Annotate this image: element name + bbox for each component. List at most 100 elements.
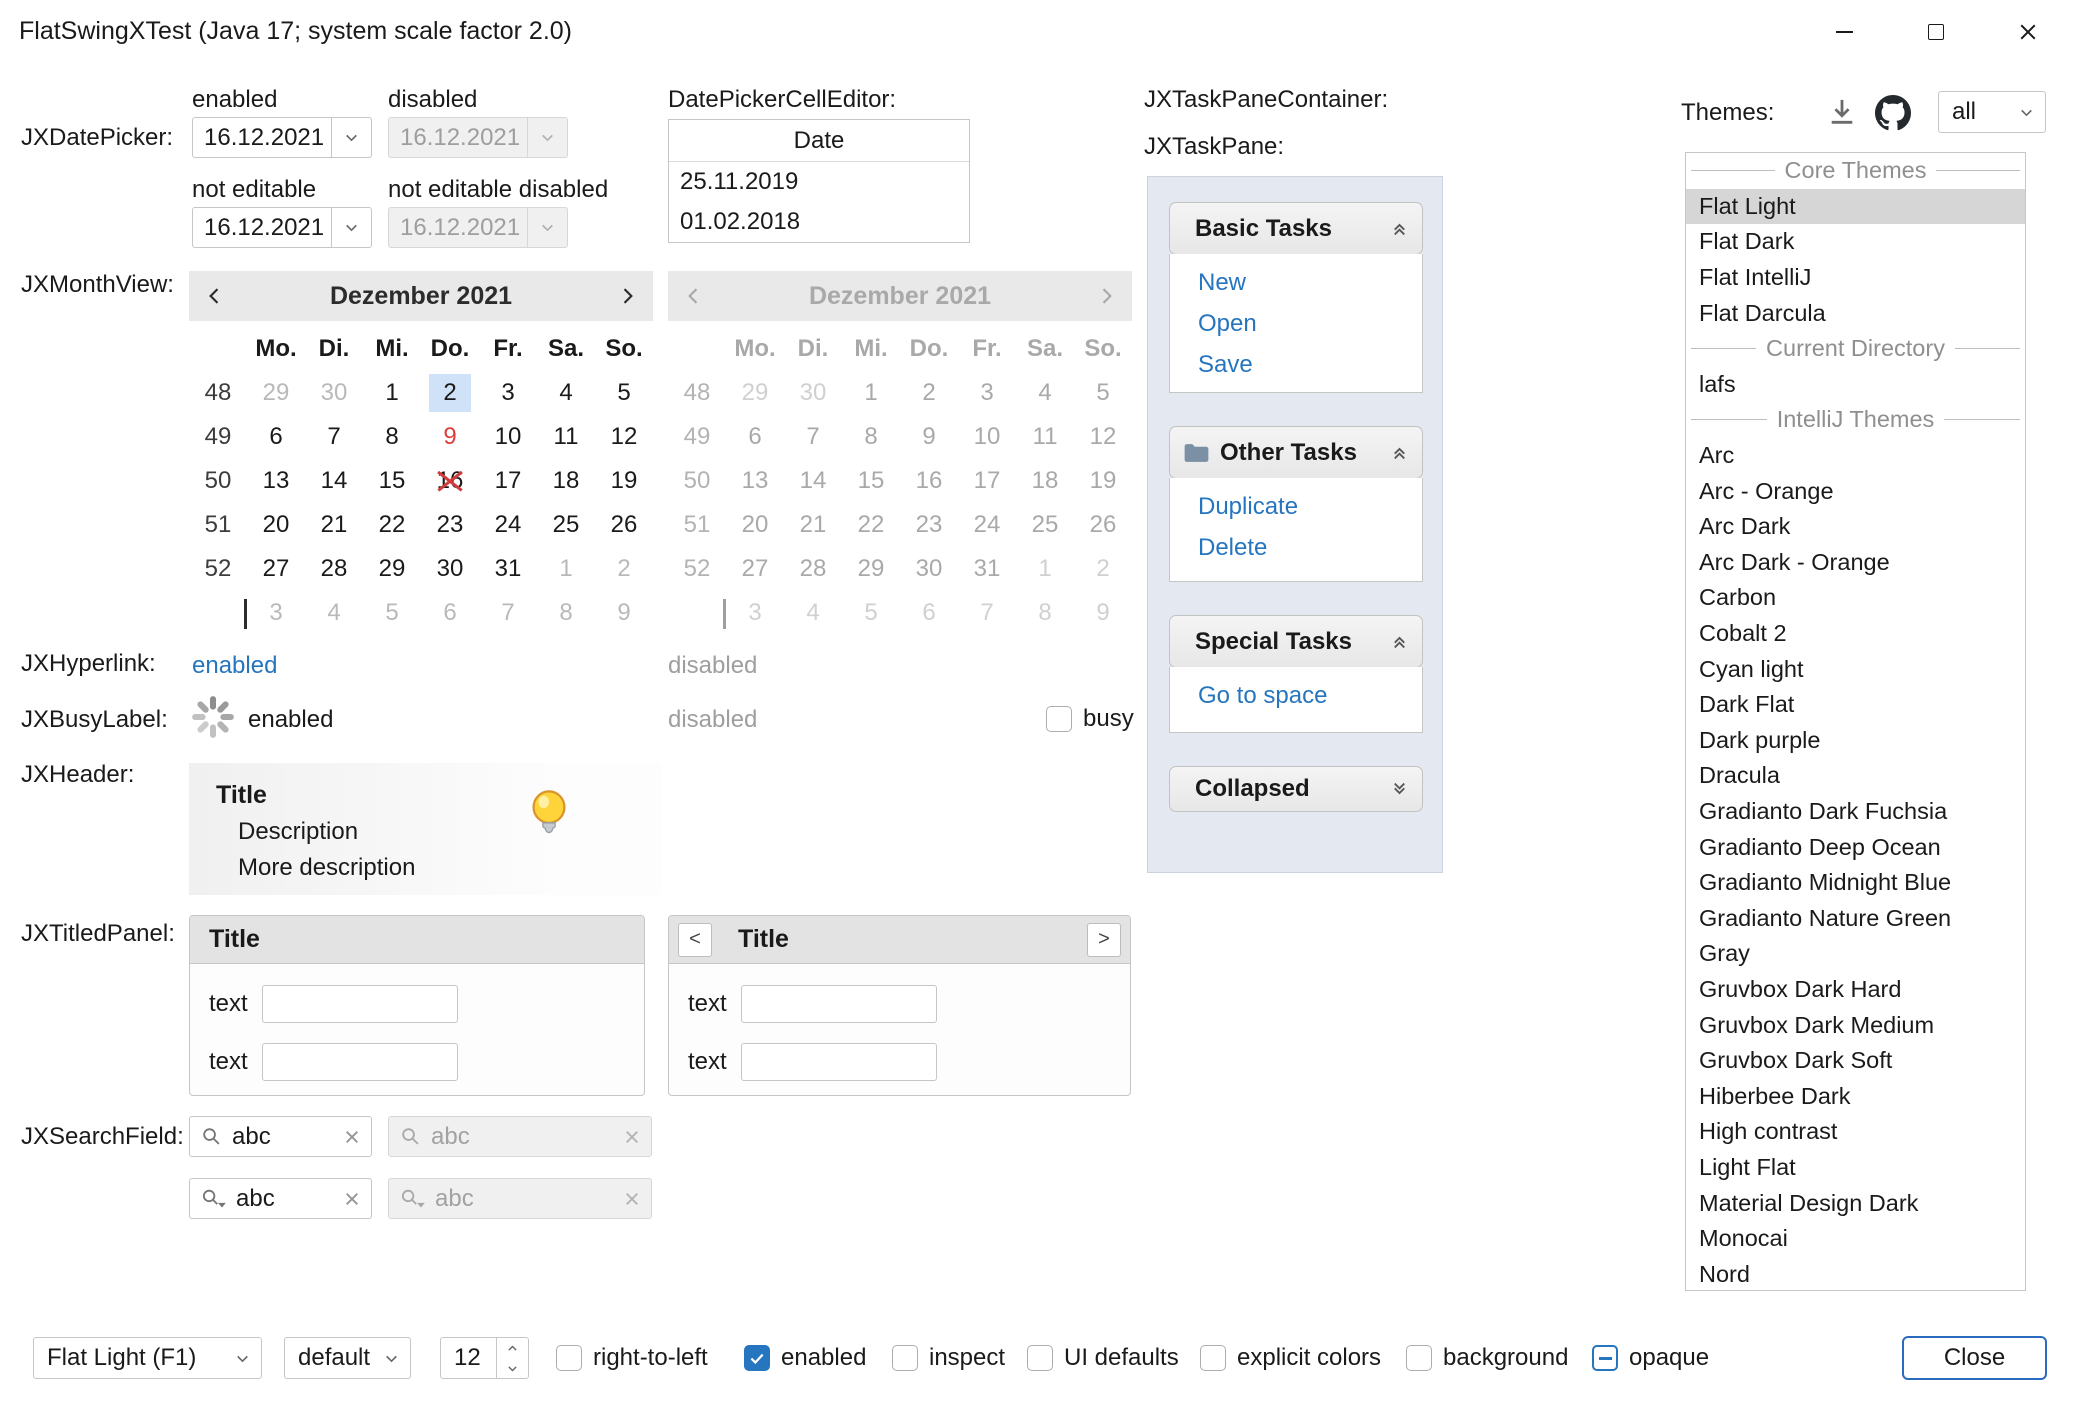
day-cell[interactable]: 21	[305, 503, 363, 547]
day-cell[interactable]: 1	[537, 547, 595, 591]
day-cell[interactable]: 12	[595, 415, 653, 459]
datepicker-enabled[interactable]: 16.12.2021	[192, 117, 372, 158]
day-cell[interactable]: 17	[479, 459, 537, 503]
day-cell[interactable]: 2	[595, 547, 653, 591]
day-cell[interactable]: 5	[595, 371, 653, 415]
theme-list-item[interactable]: Gradianto Dark Fuchsia	[1686, 794, 2025, 830]
checkbox-right-to-left[interactable]: right-to-left	[556, 1337, 708, 1379]
clear-icon[interactable]	[344, 1191, 360, 1207]
window-close-button[interactable]	[1982, 0, 2074, 63]
theme-list-item[interactable]: Light Flat	[1686, 1150, 2025, 1186]
taskpane-header[interactable]: Collapsed	[1169, 766, 1423, 812]
day-cell[interactable]: 4	[305, 591, 363, 635]
day-cell[interactable]: 29	[247, 371, 305, 415]
theme-list-item[interactable]: Gradianto Nature Green	[1686, 900, 2025, 936]
next-month-button[interactable]	[601, 271, 653, 321]
chevron-double-down-icon[interactable]	[1390, 780, 1409, 799]
theme-list-item[interactable]: Dracula	[1686, 758, 2025, 794]
hyperlink-enabled[interactable]: enabled	[192, 652, 277, 680]
day-cell[interactable]: 5	[363, 591, 421, 635]
day-cell[interactable]: 6	[247, 415, 305, 459]
theme-list-item[interactable]: Flat Light	[1686, 189, 2025, 225]
theme-list-item[interactable]: Carbon	[1686, 580, 2025, 616]
theme-list-item[interactable]: Arc	[1686, 438, 2025, 474]
theme-list-item[interactable]: Monocai	[1686, 1221, 2025, 1257]
text-input[interactable]	[262, 985, 458, 1023]
task-link[interactable]: Delete	[1198, 534, 1422, 562]
day-cell[interactable]: 1	[363, 371, 421, 415]
day-cell[interactable]: 26	[595, 503, 653, 547]
next-button[interactable]: >	[1087, 923, 1121, 957]
day-cell[interactable]: 30	[421, 547, 479, 591]
themes-list[interactable]: Core ThemesFlat LightFlat DarkFlat Intel…	[1685, 152, 2026, 1291]
theme-list-item[interactable]: Gray	[1686, 936, 2025, 972]
task-link[interactable]: Go to space	[1198, 682, 1422, 710]
theme-list-item[interactable]: Arc Dark	[1686, 509, 2025, 545]
checkbox-ui-defaults[interactable]: UI defaults	[1027, 1337, 1179, 1379]
theme-list-item[interactable]: High contrast	[1686, 1114, 2025, 1150]
chevron-double-up-icon[interactable]	[1390, 219, 1409, 238]
taskpane-header[interactable]: Other Tasks	[1169, 426, 1423, 479]
searchfield-enabled[interactable]: abc	[189, 1116, 372, 1157]
theme-list-item[interactable]: Flat Dark	[1686, 224, 2025, 260]
text-input[interactable]	[741, 1043, 937, 1081]
checkbox-enabled[interactable]: enabled	[744, 1337, 866, 1379]
themes-filter-combo[interactable]: all	[1938, 91, 2046, 133]
theme-list-item[interactable]: Arc Dark - Orange	[1686, 545, 2025, 581]
table-row[interactable]: 01.02.2018	[669, 202, 969, 242]
day-cell[interactable]: 20	[247, 503, 305, 547]
theme-list-item[interactable]: Dark Flat	[1686, 687, 2025, 723]
search-value[interactable]: abc	[236, 1185, 335, 1213]
day-cell[interactable]: 7	[479, 591, 537, 635]
day-cell[interactable]: 23	[421, 503, 479, 547]
maximize-button[interactable]	[1890, 0, 1982, 63]
prev-button[interactable]: <	[678, 923, 712, 957]
day-cell[interactable]: 29	[363, 547, 421, 591]
chevron-double-up-icon[interactable]	[1390, 632, 1409, 651]
table-row[interactable]: 25.11.2019	[669, 162, 969, 202]
task-link[interactable]: Duplicate	[1198, 493, 1422, 521]
day-cell[interactable]: 19	[595, 459, 653, 503]
theme-list-item[interactable]: Gradianto Deep Ocean	[1686, 829, 2025, 865]
day-cell[interactable]: 8	[363, 415, 421, 459]
day-cell[interactable]: 2	[421, 371, 479, 415]
day-cell[interactable]: 30	[305, 371, 363, 415]
theme-list-item[interactable]: Cyan light	[1686, 651, 2025, 687]
theme-list-item[interactable]: Nord	[1686, 1256, 2025, 1291]
theme-list-item[interactable]: Dark purple	[1686, 723, 2025, 759]
text-input[interactable]	[741, 985, 937, 1023]
theme-list-item[interactable]: Gruvbox Dark Soft	[1686, 1043, 2025, 1079]
day-cell[interactable]: 27	[247, 547, 305, 591]
day-cell[interactable]: 16	[421, 459, 479, 503]
day-cell[interactable]: 4	[537, 371, 595, 415]
day-cell[interactable]: 3	[247, 591, 305, 635]
chevron-double-up-icon[interactable]	[1390, 443, 1409, 462]
theme-list-item[interactable]: Gruvbox Dark Hard	[1686, 972, 2025, 1008]
day-cell[interactable]: 11	[537, 415, 595, 459]
day-cell[interactable]: 8	[537, 591, 595, 635]
theme-list-item[interactable]: Gruvbox Dark Medium	[1686, 1007, 2025, 1043]
day-cell[interactable]: 13	[247, 459, 305, 503]
day-cell[interactable]: 25	[537, 503, 595, 547]
taskpane-header[interactable]: Basic Tasks	[1169, 202, 1423, 255]
task-link[interactable]: Save	[1198, 351, 1422, 379]
day-cell[interactable]: 14	[305, 459, 363, 503]
clear-icon[interactable]	[344, 1129, 360, 1145]
theme-list-item[interactable]: Gradianto Midnight Blue	[1686, 865, 2025, 901]
theme-list-item[interactable]: Hiberbee Dark	[1686, 1078, 2025, 1114]
day-cell[interactable]: 3	[479, 371, 537, 415]
day-cell[interactable]: 24	[479, 503, 537, 547]
titlebar[interactable]: FlatSwingXTest (Java 17; system scale fa…	[0, 0, 2074, 63]
minimize-button[interactable]	[1798, 0, 1890, 63]
checkbox-opaque[interactable]: opaque	[1592, 1337, 1709, 1379]
checkbox-background[interactable]: background	[1406, 1337, 1568, 1379]
theme-list-item[interactable]: Flat Darcula	[1686, 295, 2025, 331]
day-cell[interactable]: 9	[421, 415, 479, 459]
day-cell[interactable]: 18	[537, 459, 595, 503]
checkbox-inspect[interactable]: inspect	[892, 1337, 1005, 1379]
day-cell[interactable]: 15	[363, 459, 421, 503]
github-button[interactable]	[1872, 92, 1914, 134]
theme-list-item[interactable]: Material Design Dark	[1686, 1185, 2025, 1221]
theme-list-item[interactable]: Arc - Orange	[1686, 473, 2025, 509]
day-cell[interactable]: 6	[421, 591, 479, 635]
